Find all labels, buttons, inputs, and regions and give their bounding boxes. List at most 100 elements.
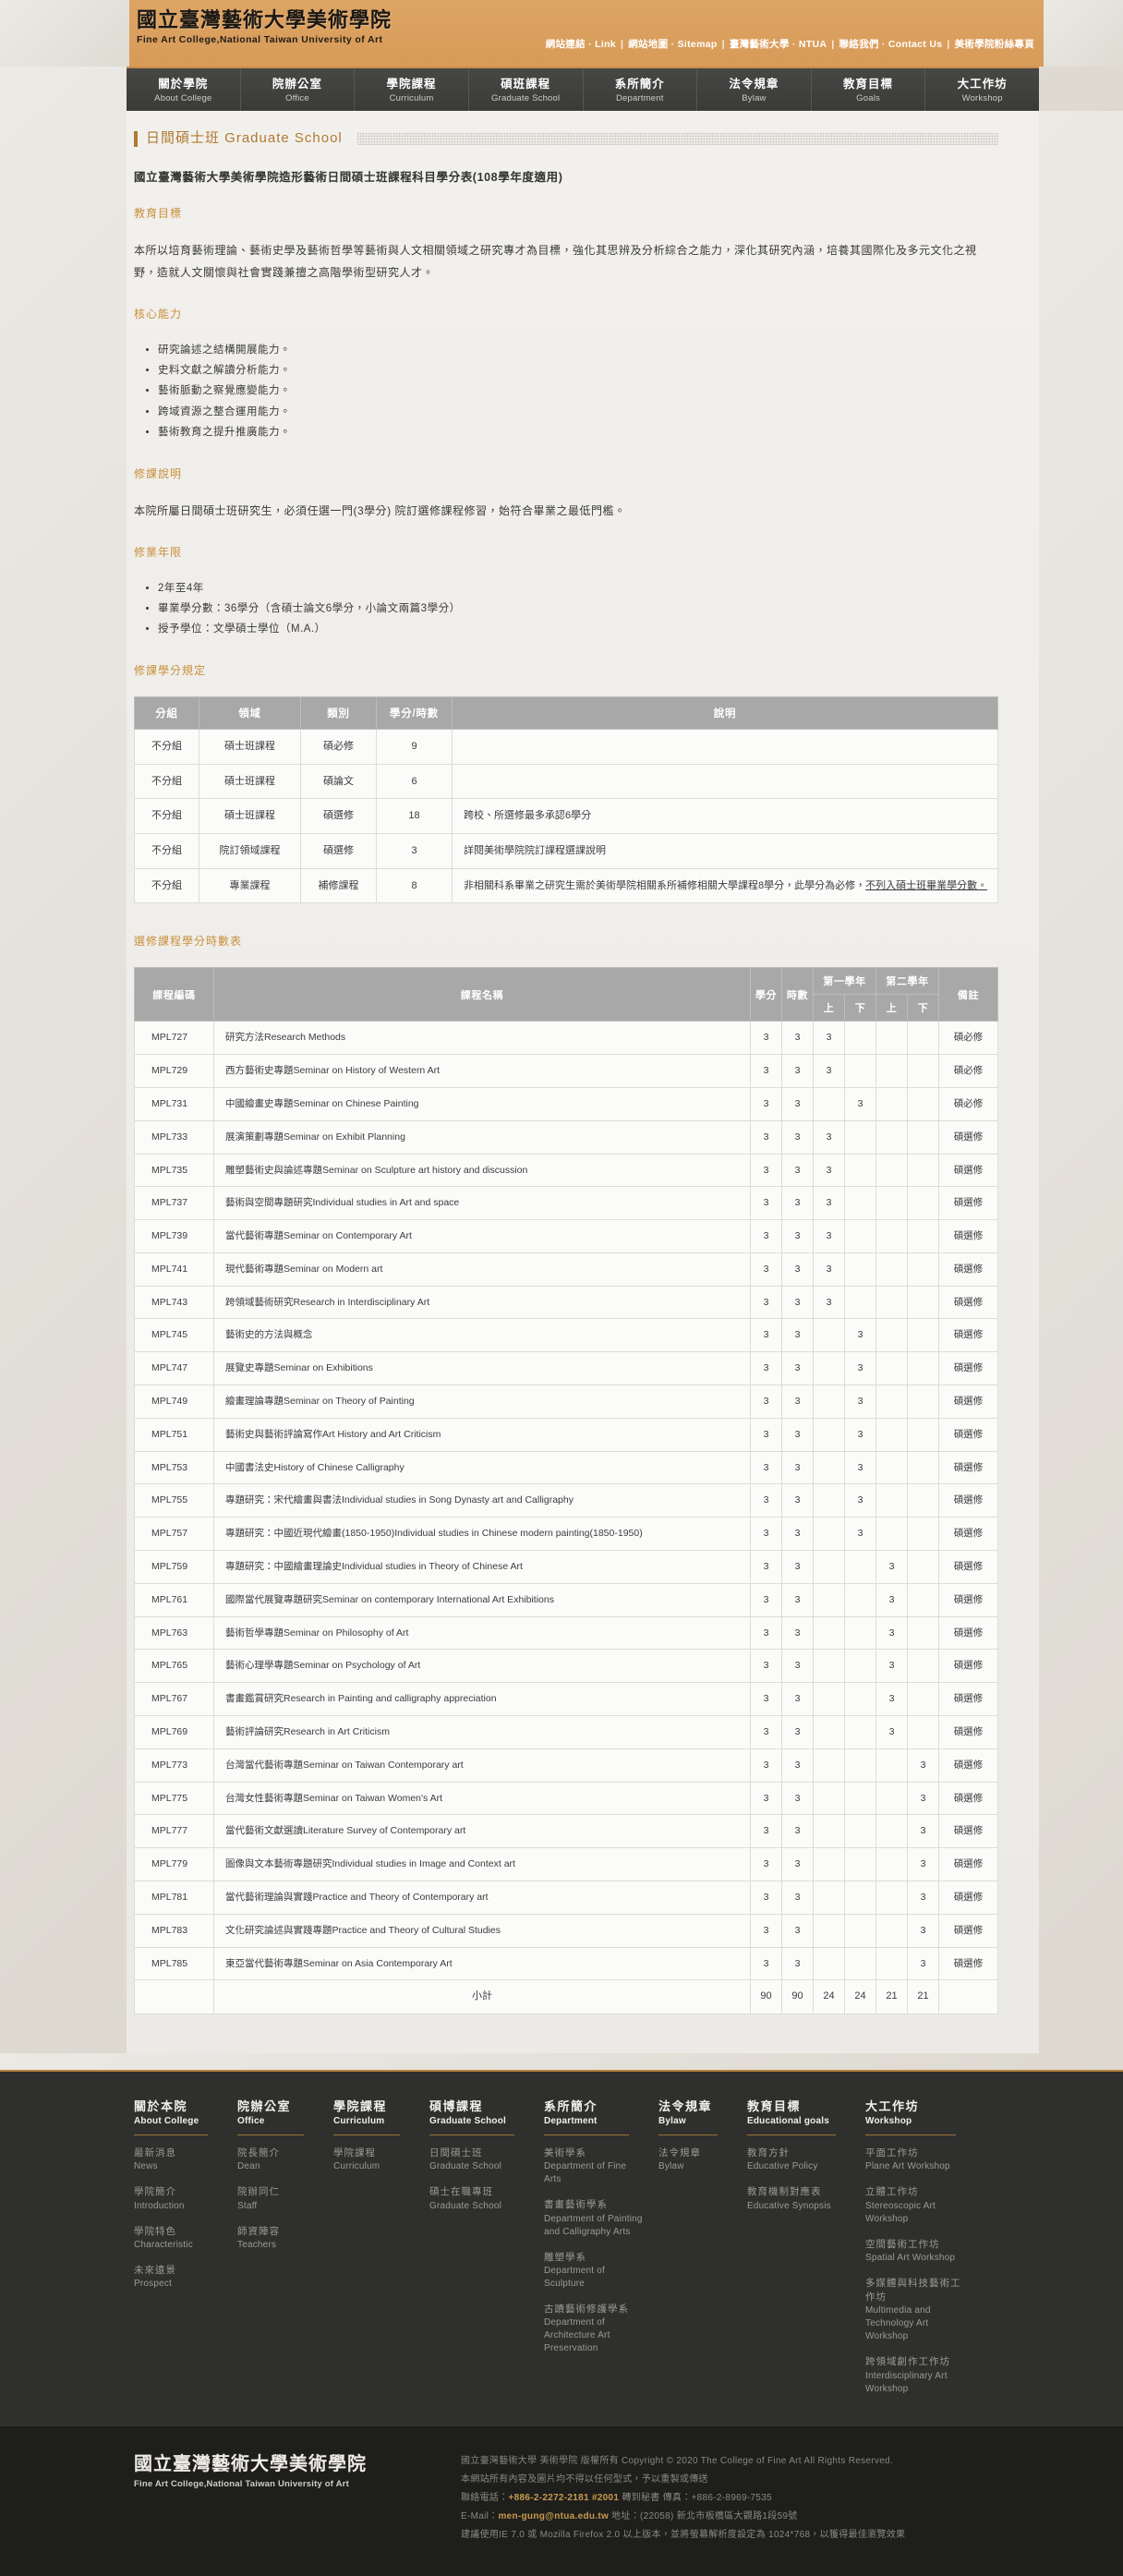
footer-link[interactable]: 多媒體與科技藝術工作坊 Multimedia and Technology Art… <box>865 2277 971 2343</box>
footer-column-3: 學院課程 Curriculum 學院課程 Curriculum <box>333 2099 429 2408</box>
footer-fax: 轉到秘書 傳真：+886-2-8969-7535 <box>619 2492 772 2503</box>
footer-column-6: 法令規章 Bylaw 法令規章 Bylaw <box>658 2099 747 2408</box>
course-cell-y1-sem1 <box>813 1450 845 1485</box>
course-cell-y2-sem2: 3 <box>907 1913 939 1948</box>
footer-link[interactable]: 未來遠景 Prospect <box>134 2264 223 2291</box>
footer-link[interactable]: 跨領域創作工作坊 Interdisciplinary Art Workshop <box>865 2355 971 2395</box>
course-cell-hours: 3 <box>781 1881 814 1915</box>
core-competency-item: 藝術教育之提升推廣能力。 <box>158 422 998 442</box>
course-cell-y1-sem1 <box>813 1351 845 1386</box>
course-cell-y2-sem1 <box>875 1021 908 1056</box>
goals-paragraph: 本所以培育藝術理論、藝術史學及藝術哲學等藝術與人文相關領域之研究專才為目標，強化… <box>134 243 977 279</box>
course-cell-note: 碩必修 <box>938 1054 998 1088</box>
course-cell-y1-sem1 <box>813 1847 845 1882</box>
course-cell-hours: 3 <box>781 1582 814 1617</box>
course-total-credits: 90 <box>750 1979 782 2015</box>
course-cell-y1-sem2 <box>844 1913 876 1948</box>
footer-columns: 關於本院 About College 最新消息 News 學院簡介 Introductio… <box>134 2099 998 2408</box>
footer-link[interactable]: 法令規章 Bylaw <box>658 2147 732 2173</box>
course-cell-y1-sem2 <box>844 1649 876 1684</box>
footer-link[interactable]: 書畫藝術學系 Department of Painting and Calligr… <box>544 2198 644 2238</box>
course-cell-code: MPL733 <box>134 1119 214 1155</box>
footer-column-1: 關於本院 About College 最新消息 News 學院簡介 Introductio… <box>134 2099 237 2408</box>
course-cell-credits: 3 <box>750 1814 782 1849</box>
footer-link[interactable]: 師資陣容 Teachers <box>237 2225 319 2252</box>
course-total-blank <box>134 1979 214 2015</box>
credit-cell-credits: 3 <box>376 832 453 869</box>
footer-link-label-cn: 雕塑學系 <box>544 2251 586 2263</box>
course-cell-hours: 3 <box>781 1748 814 1783</box>
course-cell-hours: 3 <box>781 1946 814 1981</box>
footer-link[interactable]: 立體工作坊 Stereoscopic Art Workshop <box>865 2185 971 2225</box>
footer-link[interactable]: 平面工作坊 Plane Art Workshop <box>865 2147 971 2173</box>
th-hours: 時數 <box>781 967 814 1022</box>
nav-item-workshop[interactable]: 大工作坊 Workshop <box>925 68 1039 111</box>
nav-item-curriculum[interactable]: 學院課程 Curriculum <box>355 68 469 111</box>
course-cell-note: 碩選修 <box>938 1450 998 1485</box>
course-cell-note: 碩選修 <box>938 1814 998 1849</box>
footer-link[interactable]: 雕塑學系 Department of Sculpture <box>544 2251 644 2291</box>
course-cell-hours: 3 <box>781 1252 814 1287</box>
nav-item-graduate-school[interactable]: 碩班課程 Graduate School <box>469 68 584 111</box>
table-row: 不分組 碩士班課程 碩選修 18 跨校、所選修最多承認6學分 <box>134 798 998 834</box>
footer-link-label-en: Characteristic <box>134 2239 193 2250</box>
site-logo[interactable]: 國立臺灣藝術大學美術學院 Fine Art College,National T… <box>137 9 392 45</box>
course-cell-y1-sem1 <box>813 1781 845 1816</box>
course-cell-credits: 3 <box>750 1946 782 1981</box>
th-y1-first-sem: 上 <box>813 994 845 1022</box>
footer-link[interactable]: 最新消息 News <box>134 2147 223 2173</box>
credit-cell-field: 碩士班課程 <box>199 763 301 800</box>
table-row: MPL729 西方藝術史專題Seminar on History of Weste… <box>134 1054 998 1088</box>
course-cell-credits: 3 <box>750 1351 782 1386</box>
footer-link[interactable]: 學院特色 Characteristic <box>134 2225 223 2252</box>
credit-th-1: 分組 <box>134 695 199 730</box>
course-cell-code: MPL757 <box>134 1517 214 1552</box>
footer-link[interactable]: 古蹟藝術修護學系 Department of Architecture Art P… <box>544 2303 644 2355</box>
course-cell-credits: 3 <box>750 1881 782 1915</box>
nav-item-label-en: Goals <box>856 92 880 103</box>
toplink-1[interactable]: 網站連結 · Link <box>546 39 616 50</box>
footer-link[interactable]: 學院簡介 Introduction <box>134 2185 223 2212</box>
course-cell-code: MPL735 <box>134 1153 214 1188</box>
course-cell-name: 藝術與空間專題研究Individual studies in Art and s… <box>213 1186 751 1221</box>
toplink-2[interactable]: 網站地圖 · Sitemap <box>628 39 717 50</box>
footer-link-label-en: Department of Painting and Calligraphy A… <box>544 2213 643 2237</box>
footer-link[interactable]: 院長簡介 Dean <box>237 2147 319 2173</box>
course-cell-y1-sem2 <box>844 1814 876 1849</box>
footer-link[interactable]: 院辦同仁 Staff <box>237 2185 319 2212</box>
footer-logo[interactable]: 國立臺灣藝術大學美術學院 Fine Art College,National T… <box>134 2452 439 2545</box>
table-row: MPL757 專題研究：中國近現代繪畫(1850-1950)Individual … <box>134 1517 998 1552</box>
footer-link[interactable]: 碩士在職專班 Graduate School <box>429 2185 529 2212</box>
course-cell-code: MPL767 <box>134 1682 214 1717</box>
toplink-4[interactable]: 聯絡我們 · Contact Us <box>839 39 942 50</box>
footer-link[interactable]: 教育方針 Educative Policy <box>747 2147 851 2173</box>
nav-item-goals[interactable]: 教育目標 Goals <box>812 68 926 111</box>
footer-link[interactable]: 空間藝術工作坊 Spatial Art Workshop <box>865 2238 971 2265</box>
course-cell-y2-sem1 <box>875 1946 908 1981</box>
course-cell-credits: 3 <box>750 1682 782 1717</box>
table-row: MPL767 書畫鑑賞研究Research in Painting and cal… <box>134 1682 998 1717</box>
top-utility-links: 網站連結 · Link | 網站地圖 · Sitemap | 臺灣藝術大學 · NTUA… <box>546 37 1034 51</box>
toplink-5[interactable]: 美術學院粉絲專頁 <box>955 39 1034 50</box>
nav-item-office[interactable]: 院辦公室 Office <box>241 68 356 111</box>
footer-link-label-cn: 平面工作坊 <box>865 2147 919 2159</box>
footer-email-value[interactable]: men-gung@ntua.edu.tw <box>498 2511 609 2522</box>
course-cell-note: 碩選修 <box>938 1252 998 1287</box>
footer-link[interactable]: 學院課程 Curriculum <box>333 2147 415 2173</box>
course-cell-y1-sem1 <box>813 1682 845 1717</box>
credit-cell-field: 專業課程 <box>199 867 301 904</box>
course-cell-name: 當代藝術專題Seminar on Contemporary Art <box>213 1219 751 1253</box>
nav-item-bylaw[interactable]: 法令規章 Bylaw <box>697 68 812 111</box>
nav-item-department[interactable]: 系所簡介 Department <box>584 68 698 111</box>
course-cell-y2-sem1: 3 <box>875 1715 908 1749</box>
course-cell-name: 展演策劃專題Seminar on Exhibit Planning <box>213 1119 751 1155</box>
footer-link[interactable]: 美術學系 Department of Fine Arts <box>544 2147 644 2186</box>
section-heading-notes: 修課說明 <box>134 466 183 480</box>
toplink-3[interactable]: 臺灣藝術大學 · NTUA <box>730 39 827 50</box>
footer-link[interactable]: 教育機制對應表 Educative Synopsis <box>747 2185 851 2212</box>
course-cell-y2-sem2 <box>907 1186 939 1221</box>
course-cell-name: 台灣女性藝術專題Seminar on Taiwan Women's Art <box>213 1781 751 1816</box>
nav-item-about-college[interactable]: 關於學院 About College <box>127 68 241 111</box>
nav-item-label-cn: 大工作坊 <box>957 77 1008 91</box>
footer-link[interactable]: 日間碩士班 Graduate School <box>429 2147 529 2173</box>
